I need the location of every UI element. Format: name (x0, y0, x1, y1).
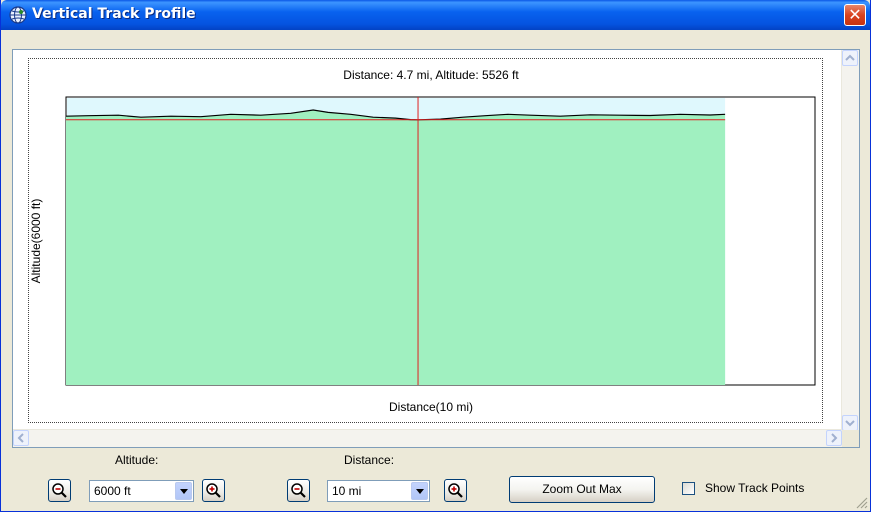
scroll-corner (842, 430, 859, 447)
globe-icon (9, 6, 27, 24)
altitude-label: Altitude: (115, 453, 159, 467)
close-icon: ✕ (848, 5, 862, 24)
zoom-out-icon (291, 483, 306, 498)
scroll-right-button[interactable] (826, 430, 842, 446)
window-title: Vertical Track Profile (32, 6, 196, 22)
distance-zoom-out-button[interactable] (287, 479, 310, 502)
title-bar[interactable]: Vertical Track Profile ✕ (1, 0, 870, 30)
dropdown-arrow-icon (180, 489, 188, 494)
close-button[interactable]: ✕ (844, 4, 866, 26)
elevation-profile-chart[interactable]: Distance: 4.7 mi, Altitude: 5526 ft Alti… (13, 50, 842, 431)
distance-dropdown-button[interactable] (411, 482, 428, 500)
show-track-points-checkbox[interactable] (682, 482, 695, 495)
altitude-zoom-out-button[interactable] (48, 479, 71, 502)
zoom-out-icon (52, 483, 67, 498)
x-axis-label: Distance(10 mi) (389, 400, 473, 414)
altitude-select[interactable]: 6000 ft (89, 480, 194, 502)
horizontal-scrollbar[interactable] (13, 429, 842, 447)
scroll-up-button[interactable] (842, 50, 858, 66)
zoom-out-max-label: Zoom Out Max (542, 482, 622, 496)
dropdown-arrow-icon (416, 489, 424, 494)
scroll-left-button[interactable] (13, 430, 29, 446)
zoom-in-icon (206, 483, 221, 498)
zoom-in-icon (448, 483, 463, 498)
scroll-down-button[interactable] (842, 415, 858, 431)
distance-label: Distance: (344, 453, 395, 467)
vertical-scrollbar[interactable] (841, 50, 859, 431)
chevron-left-icon (17, 433, 24, 443)
altitude-select-value: 6000 ft (94, 484, 131, 498)
profile-viewport[interactable]: Distance: 4.7 mi, Altitude: 5526 ft Alti… (12, 49, 860, 448)
chevron-down-icon (845, 420, 855, 427)
chevron-right-icon (831, 433, 838, 443)
altitude-dropdown-button[interactable] (175, 482, 192, 500)
cursor-readout: Distance: 4.7 mi, Altitude: 5526 ft (343, 68, 519, 82)
y-axis-label: Altitude(6000 ft) (29, 199, 43, 284)
distance-select[interactable]: 10 mi (327, 480, 430, 502)
terrain-area (66, 110, 726, 385)
altitude-zoom-in-button[interactable] (202, 479, 225, 502)
zoom-out-max-button[interactable]: Zoom Out Max (509, 476, 655, 503)
resize-grip-icon[interactable] (854, 495, 868, 509)
distance-zoom-in-button[interactable] (444, 479, 467, 502)
distance-select-value: 10 mi (332, 484, 362, 498)
chevron-up-icon (845, 54, 855, 61)
show-track-points-label[interactable]: Show Track Points (705, 481, 804, 495)
vertical-track-profile-window: Vertical Track Profile ✕ Distance: 4.7 m… (0, 0, 871, 512)
